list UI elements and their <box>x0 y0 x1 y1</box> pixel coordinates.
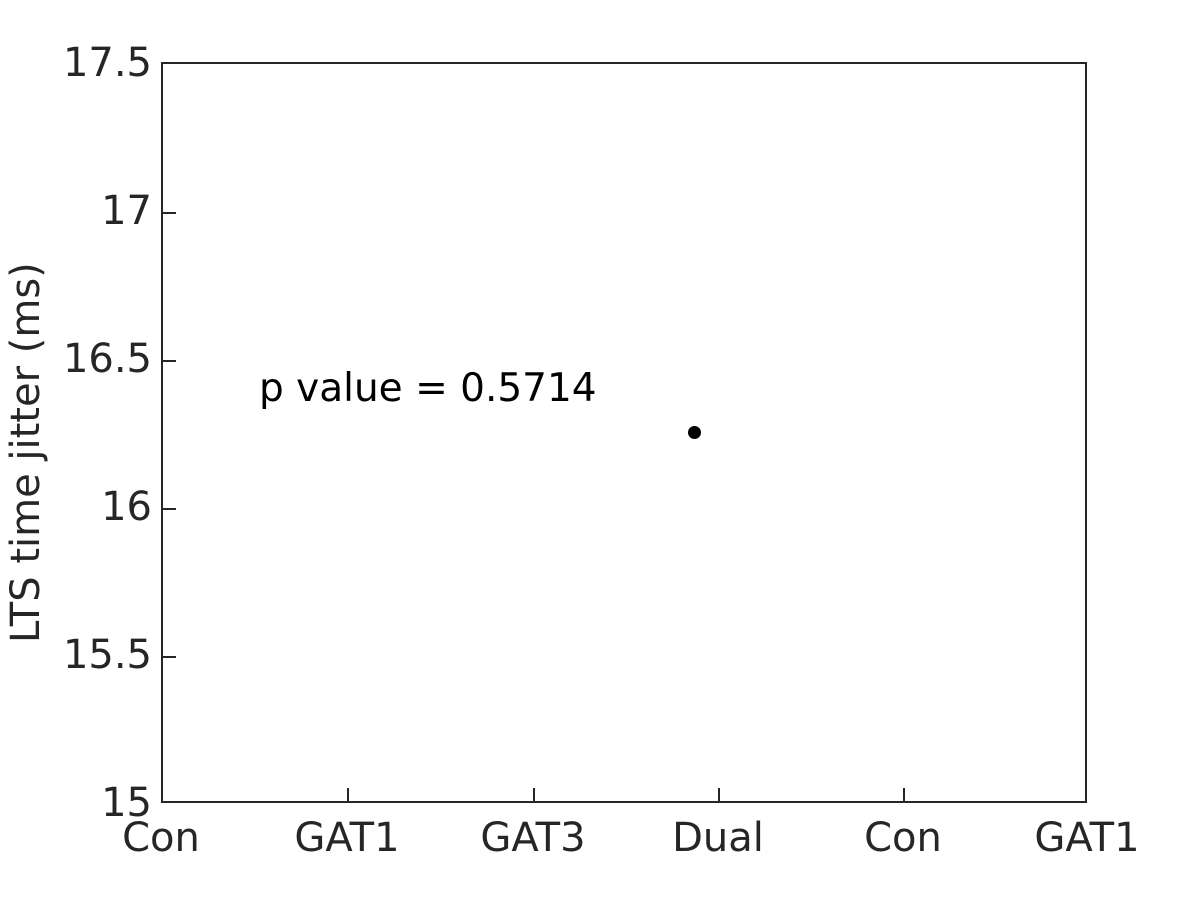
x-tick-label: GAT1 <box>294 815 400 861</box>
y-tick-label: 15.5 <box>62 632 152 678</box>
y-axis-tick <box>163 360 176 362</box>
x-tick-label: GAT3 <box>480 815 586 861</box>
p-value-annotation: p value = 0.5714 <box>259 366 597 411</box>
y-axis-tick <box>163 656 176 658</box>
x-axis-tick <box>347 788 349 801</box>
y-tick-label: 16.5 <box>62 336 152 382</box>
x-tick-label: GAT1 <box>1034 815 1140 861</box>
x-tick-label: Con <box>122 815 200 861</box>
y-tick-label: 17 <box>101 188 152 234</box>
y-axis-tick <box>163 212 176 214</box>
x-tick-label: Dual <box>672 815 764 861</box>
y-tick-label: 17.5 <box>62 40 152 86</box>
data-point <box>687 425 701 439</box>
y-axis-tick <box>163 508 176 510</box>
x-axis-tick <box>533 788 535 801</box>
x-axis-tick <box>718 788 720 801</box>
y-axis-title: LTS time jitter (ms) <box>3 262 49 643</box>
x-tick-label: Con <box>864 815 942 861</box>
x-axis-tick <box>903 788 905 801</box>
figure-canvas: LTS time jitter (ms) 17.5 17 16.5 16 15.… <box>0 0 1200 900</box>
y-tick-label: 16 <box>101 484 152 530</box>
plot-area: p value = 0.5714 <box>161 62 1087 803</box>
